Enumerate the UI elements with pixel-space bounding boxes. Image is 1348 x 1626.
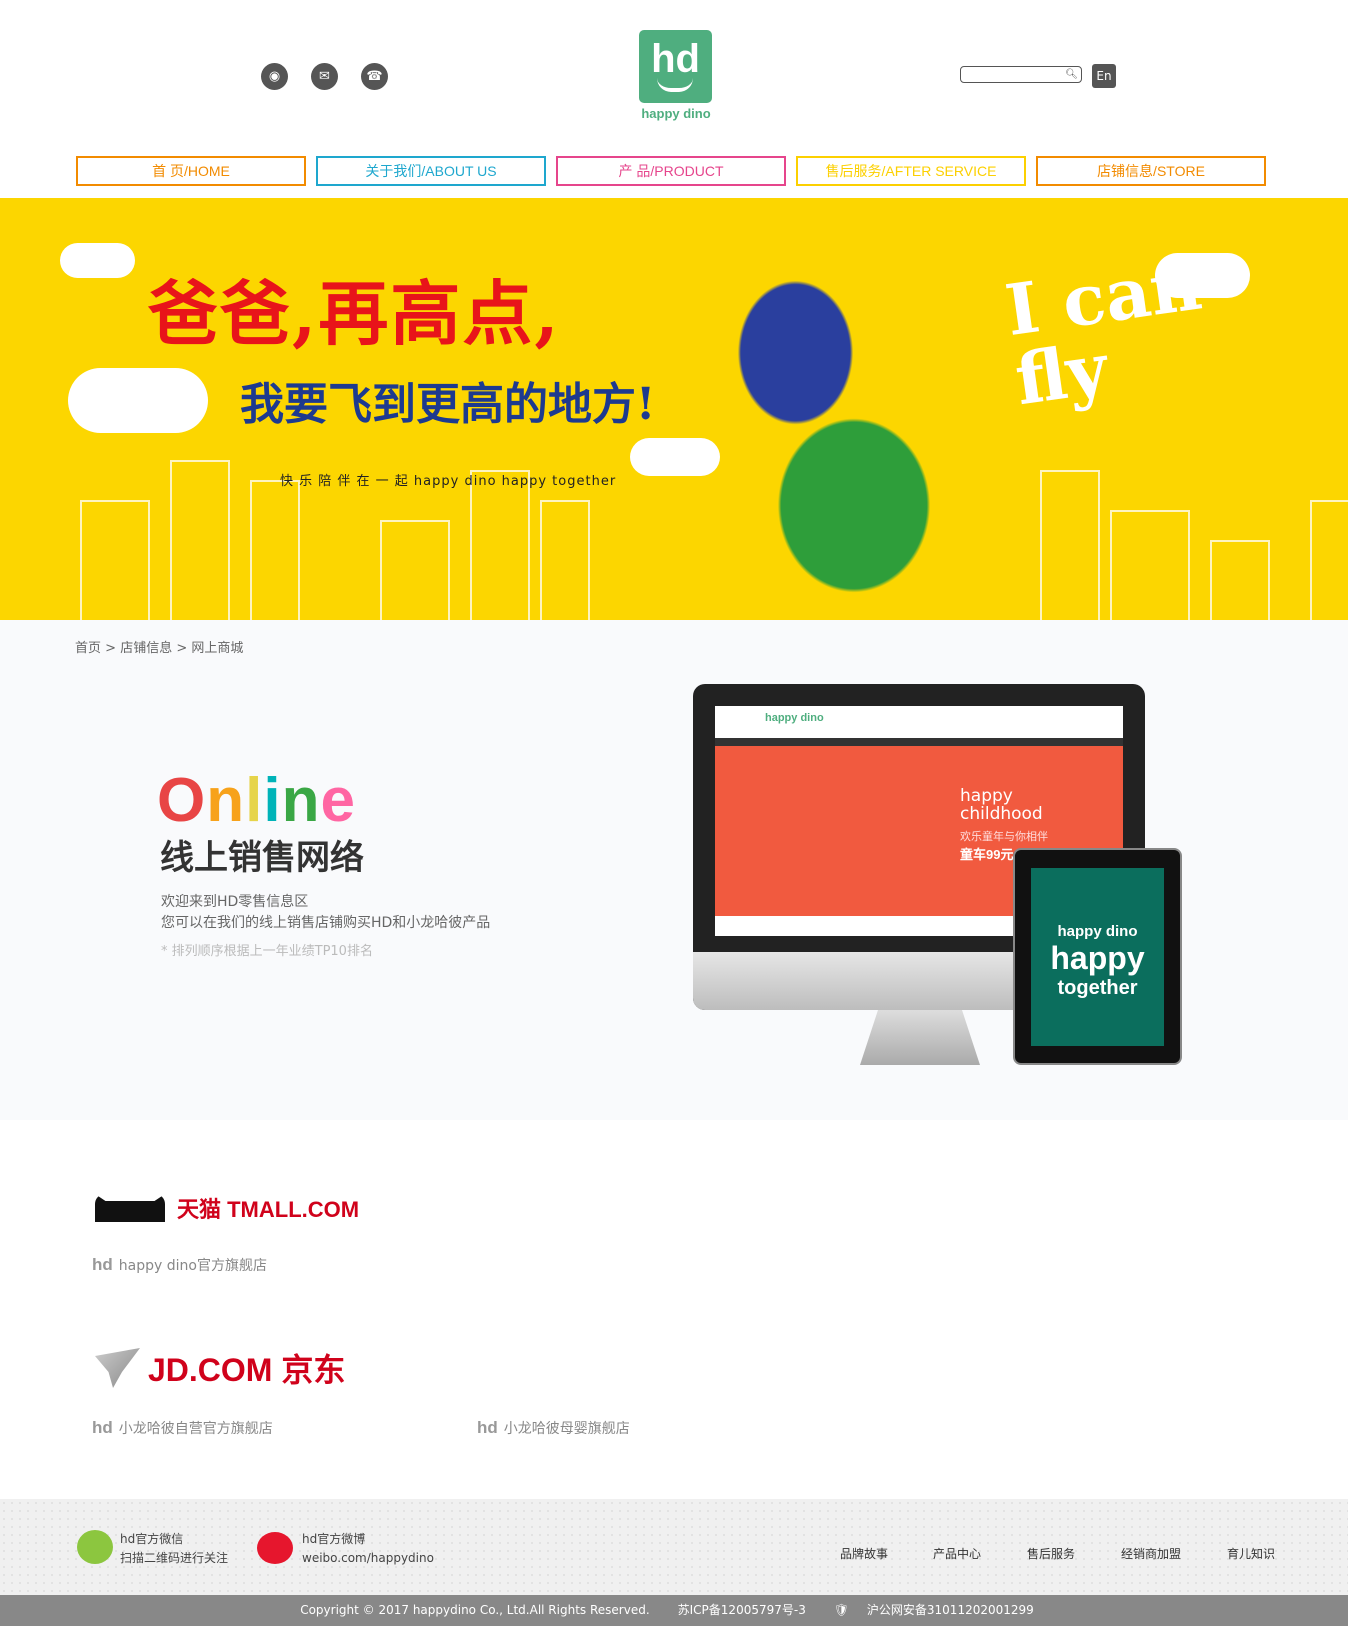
mock-price: 童车99元 — [960, 847, 1014, 862]
nav-item[interactable]: 产 品/PRODUCT — [556, 156, 786, 186]
hd-icon: hd — [92, 1255, 113, 1274]
tablet-mockup: happy dino happy together — [1013, 848, 1182, 1065]
tablet-text-2: happy — [1050, 940, 1145, 976]
tmall-logo-text: 天猫 TMALL.COM — [177, 1197, 360, 1222]
mock-headline-2: childhood — [960, 804, 1043, 824]
online-letter: l — [245, 766, 264, 835]
nav-item[interactable]: 首 页/HOME — [76, 156, 306, 186]
icp-link[interactable]: 苏ICP备12005797号-3 — [678, 1603, 806, 1617]
nav-item[interactable]: 关于我们/ABOUT US — [316, 156, 546, 186]
hd-icon: hd — [92, 1418, 113, 1437]
language-button[interactable]: En — [1092, 64, 1116, 88]
breadcrumb-store[interactable]: 店铺信息 — [120, 641, 172, 656]
mock-site-name: happy dino — [765, 712, 824, 724]
online-letter: O — [157, 766, 207, 835]
store-link[interactable]: hd 小龙哈彼母婴旗舰店 — [477, 1418, 630, 1438]
mock-tagline: 欢乐童年与你相伴 — [960, 830, 1048, 843]
wechat-icon[interactable] — [77, 1530, 113, 1564]
search-input[interactable]: 🔍︎ — [960, 66, 1082, 83]
tablet-text-1: happy dino — [1057, 923, 1138, 940]
online-letter: e — [320, 766, 356, 835]
monitor-stand — [860, 1010, 980, 1065]
store-link-label: 小龙哈彼自营官方旗舰店 — [118, 1421, 273, 1437]
tmall-logo[interactable]: 天猫 TMALL.COM — [95, 1192, 359, 1224]
footer-link-parenting[interactable]: 育儿知识 — [1227, 1545, 1275, 1562]
nav-item[interactable]: 售后服务/AFTER SERVICE — [796, 156, 1026, 186]
breadcrumb-current: 网上商城 — [191, 641, 244, 656]
hero-subheadline: 我要飞到更高的地方! — [240, 379, 656, 430]
tmall-cat-icon — [95, 1194, 165, 1222]
hero-fly-text: I can fly — [1000, 242, 1207, 422]
store-link[interactable]: hd 小龙哈彼自营官方旗舰店 — [92, 1418, 273, 1438]
footer-link-brand[interactable]: 品牌故事 — [840, 1545, 888, 1562]
jd-logo[interactable]: JD.COM 京东 — [95, 1345, 345, 1391]
mock-headline-1: happy — [960, 786, 1013, 806]
online-letter: n — [206, 766, 246, 835]
hd-icon: hd — [477, 1418, 498, 1437]
hero-photo — [620, 238, 1010, 620]
hero-tagline: 快 乐 陪 伴 在 一 起 happy dino happy together — [280, 474, 617, 489]
store-link-label: happy dino官方旗舰店 — [118, 1258, 267, 1274]
online-letter: n — [281, 766, 321, 835]
copyright-text: Copyright © 2017 happydino Co., Ltd.All … — [300, 1603, 650, 1617]
breadcrumb-home[interactable]: 首页 — [75, 641, 101, 656]
store-link[interactable]: hd happy dino官方旗舰店 — [92, 1255, 267, 1275]
online-letter: i — [263, 766, 282, 835]
wechat-icon[interactable]: ✉ — [311, 63, 338, 90]
online-desc-2: 您可以在我们的线上销售店铺购买HD和小龙哈彼产品 — [161, 915, 491, 931]
store-link-label: 小龙哈彼母婴旗舰店 — [503, 1421, 630, 1437]
copyright-bar: Copyright © 2017 happydino Co., Ltd.All … — [0, 1595, 1348, 1626]
online-note: * 排列顺序根据上一年业绩TP10排名 — [161, 944, 373, 959]
police-link[interactable]: 🛡︎ 沪公网安备31011202001299 — [834, 1603, 1048, 1617]
jd-logo-text: JD.COM 京东 — [148, 1352, 346, 1388]
weibo-icon[interactable] — [257, 1532, 293, 1564]
phone-icon[interactable]: ☎ — [361, 63, 388, 90]
wechat-info: hd官方微信 扫描二维码进行关注 — [120, 1532, 229, 1565]
footer-link-products[interactable]: 产品中心 — [933, 1545, 981, 1562]
hero-banner[interactable]: 爸爸,再高点, 我要飞到更高的地方! 快 乐 陪 伴 在 一 起 happy d… — [0, 198, 1348, 620]
online-desc-1: 欢迎来到HD零售信息区 — [161, 894, 309, 910]
online-title: Online — [157, 765, 356, 836]
nav-item[interactable]: 店铺信息/STORE — [1036, 156, 1266, 186]
weibo-info[interactable]: hd官方微博 weibo.com/happydino — [302, 1530, 434, 1568]
online-subtitle: 线上销售网络 — [160, 838, 364, 878]
brand-name: happy dino — [641, 106, 711, 121]
footer-link-service[interactable]: 售后服务 — [1027, 1545, 1075, 1562]
search-icon[interactable]: 🔍︎ — [1065, 69, 1078, 80]
logo[interactable]: hd — [639, 30, 712, 103]
breadcrumb: 首页 > 店铺信息 > 网上商城 — [75, 641, 244, 656]
tablet-text-3: together — [1057, 977, 1138, 999]
hero-headline: 爸爸,再高点, — [148, 272, 561, 355]
jd-dog-icon — [95, 1348, 140, 1388]
footer-link-dealer[interactable]: 经销商加盟 — [1121, 1545, 1181, 1562]
weibo-icon[interactable]: ◉ — [261, 63, 288, 90]
